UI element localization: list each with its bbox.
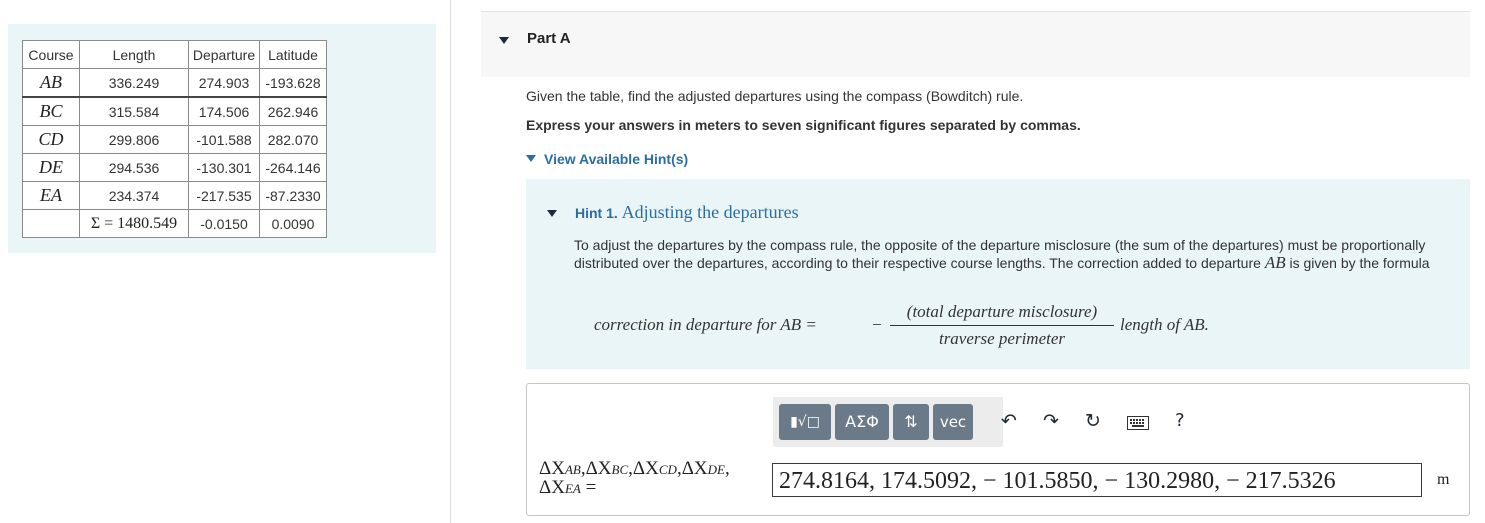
expand-triangle-icon	[526, 155, 536, 162]
traverse-table: Course Length Departure Latitude AB 336.…	[22, 40, 327, 238]
formula-fraction: (total departure misclosure) traverse pe…	[890, 299, 1114, 352]
hint-text-variable: AB	[1264, 253, 1286, 272]
answer-variable-label: ΔXAB,ΔXBC,ΔXCD,ΔXDE, ΔXEA =	[539, 458, 730, 498]
latitude-sum-cell: 0.0090	[259, 209, 327, 238]
departure-cell: -101.588	[188, 125, 260, 154]
answer-instruction: Express your answers in meters to seven …	[526, 117, 1081, 133]
data-table-panel: Course Length Departure Latitude AB 336.…	[8, 24, 436, 253]
table-row: DE 294.536 -130.301 -264.146	[22, 153, 327, 182]
view-hints-label: View Available Hint(s)	[544, 151, 689, 167]
hint-body: To adjust the departures by the compass …	[574, 236, 1444, 272]
delta-x-label: ΔX	[632, 458, 659, 479]
part-title: Part A	[527, 30, 571, 47]
formula-sign: −	[872, 315, 882, 334]
formula-numerator: (total departure misclosure)	[890, 299, 1114, 326]
hint-panel: Hint 1. Adjusting the departures To adju…	[526, 179, 1470, 369]
formula-rhs: length of AB.	[1120, 315, 1209, 334]
length-cell: 315.584	[79, 96, 189, 126]
course-cell: CD	[22, 125, 80, 154]
delta-x-label: ΔX	[539, 477, 565, 498]
length-cell: 294.536	[79, 153, 189, 182]
hint-1-header[interactable]: Hint 1. Adjusting the departures	[575, 202, 799, 223]
redo-icon[interactable]: ↷	[1043, 410, 1059, 432]
answer-area: ▮√□ ΑΣΦ ⇅ vec ↶ ↷ ↻ ? ΔXAB,ΔXBC,ΔXCD,ΔXD…	[526, 383, 1470, 516]
latitude-cell: -264.146	[259, 153, 327, 182]
hint-number: Hint 1.	[575, 205, 618, 221]
length-cell: 336.249	[79, 68, 189, 98]
departure-cell: 174.506	[188, 96, 260, 126]
help-icon[interactable]: ?	[1175, 410, 1185, 431]
departure-cell: -217.535	[188, 181, 260, 210]
templates-button[interactable]: ▮√□	[779, 404, 831, 440]
course-cell: AB	[22, 68, 80, 98]
keyboard-icon[interactable]	[1127, 413, 1149, 435]
reset-icon[interactable]: ↻	[1085, 410, 1101, 432]
course-cell: DE	[22, 153, 80, 182]
view-hints-link[interactable]: View Available Hint(s)	[526, 151, 688, 167]
latitude-cell: -87.2330	[259, 181, 327, 210]
math-toolbar: ▮√□ ΑΣΦ ⇅ vec	[773, 397, 1003, 447]
length-sum-cell: Σ = 1480.549	[79, 209, 189, 238]
formula-denominator: traverse perimeter	[938, 329, 1066, 348]
table-row: EA 234.374 -217.535 -87.2330	[22, 181, 327, 210]
undo-icon[interactable]: ↶	[1001, 410, 1017, 432]
answer-input[interactable]: 274.8164, 174.5092, − 101.5850, − 130.29…	[772, 463, 1422, 497]
collapse-triangle-icon[interactable]	[499, 37, 509, 44]
table-header-row: Course Length Departure Latitude	[22, 40, 327, 69]
keyboard-svg	[1127, 416, 1149, 430]
hint-collapse-triangle-icon[interactable]	[547, 210, 557, 217]
question-text: Given the table, find the adjusted depar…	[526, 88, 1024, 104]
latitude-cell: 262.946	[259, 96, 327, 126]
table-row: BC 315.584 174.506 262.946	[22, 96, 327, 126]
part-a-header[interactable]: Part A	[481, 11, 1470, 77]
sub-cd: CD	[658, 462, 677, 477]
departure-cell: 274.903	[188, 68, 260, 98]
departure-cell: -130.301	[188, 153, 260, 182]
sub-ab: AB	[564, 462, 581, 477]
table-row: AB 336.249 274.903 -193.628	[22, 68, 327, 98]
latitude-cell: 282.070	[259, 125, 327, 154]
correction-formula: correction in departure for AB = − (tota…	[594, 299, 1234, 355]
delta-x-label: ΔX	[539, 458, 565, 479]
latitude-cell: -193.628	[259, 68, 327, 98]
departure-sum-cell: -0.0150	[188, 209, 260, 238]
length-cell: 299.806	[79, 125, 189, 154]
hint-title: Adjusting the departures	[621, 202, 799, 222]
arrows-button[interactable]: ⇅	[893, 404, 929, 440]
unit-label: m	[1437, 471, 1450, 488]
sub-de: DE	[707, 462, 725, 477]
totals-row: Σ = 1480.549 -0.0150 0.0090	[22, 209, 327, 238]
sub-ea: EA	[564, 481, 581, 496]
panel-divider	[450, 0, 451, 523]
vec-button[interactable]: vec	[933, 404, 973, 440]
hint-text-after: is given by the formula	[1285, 255, 1430, 271]
symbols-button[interactable]: ΑΣΦ	[835, 404, 889, 440]
header-course: Course	[22, 40, 80, 69]
delta-x-label: ΔX	[681, 458, 708, 479]
sub-bc: BC	[611, 462, 629, 477]
table-row: CD 299.806 -101.588 282.070	[22, 125, 327, 154]
header-length: Length	[79, 40, 189, 69]
formula-lhs: correction in departure for AB =	[594, 315, 817, 334]
delta-x-label: ΔX	[585, 458, 612, 479]
length-cell: 234.374	[79, 181, 189, 210]
header-latitude: Latitude	[259, 40, 327, 69]
course-cell: BC	[22, 96, 80, 126]
totals-empty-cell	[22, 209, 80, 238]
header-departure: Departure	[188, 40, 260, 69]
course-cell: EA	[22, 181, 80, 210]
